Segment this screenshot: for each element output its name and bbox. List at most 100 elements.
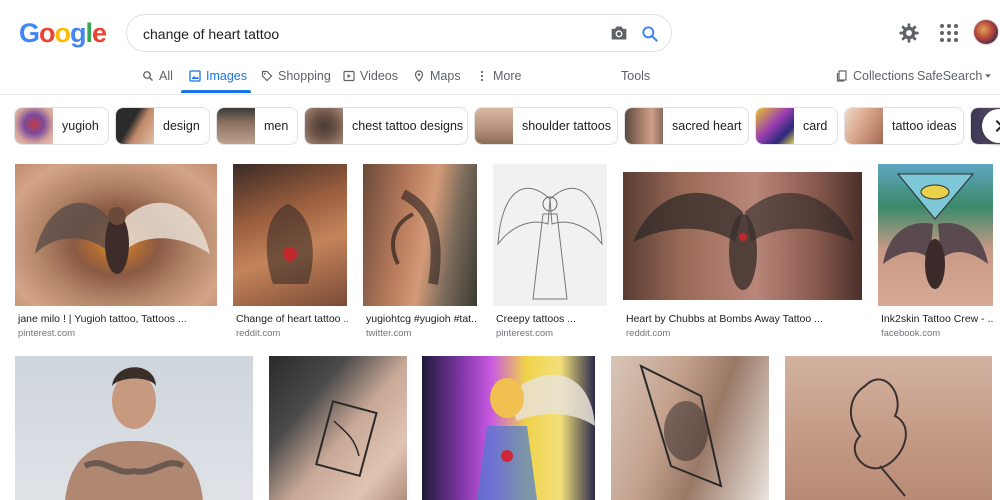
chip-label: chest tattoo designs: [352, 119, 464, 133]
tab-more[interactable]: More: [476, 69, 521, 83]
map-pin-icon: [414, 70, 424, 82]
more-vert-icon: [480, 70, 484, 82]
image-result[interactable]: [363, 164, 477, 306]
result-thumbnail: [391, 189, 441, 285]
tab-label: Tools: [621, 69, 651, 83]
tab-label: Maps: [430, 69, 461, 83]
chip-thumbnail: [217, 108, 255, 144]
image-result[interactable]: [233, 164, 347, 306]
tab-maps[interactable]: Maps: [413, 69, 461, 83]
search-icon[interactable]: [640, 24, 660, 44]
image-result[interactable]: [15, 356, 253, 500]
collections-icon: [836, 70, 847, 82]
result-source[interactable]: twitter.com: [366, 328, 411, 339]
chip-card[interactable]: card: [755, 107, 838, 145]
image-result[interactable]: [611, 356, 769, 500]
tag-icon: [261, 70, 273, 82]
result-title[interactable]: jane milo ! | Yugioh tattoo, Tattoos ...: [18, 313, 218, 325]
result-thumbnail: [266, 204, 313, 284]
chip-thumbnail: [15, 108, 53, 144]
result-thumbnail: [883, 173, 988, 289]
result-source[interactable]: pinterest.com: [18, 328, 75, 339]
result-thumbnail: [314, 400, 378, 478]
header-divider: [0, 94, 1000, 95]
result-thumbnail: [35, 202, 210, 274]
google-logo[interactable]: Google: [19, 18, 107, 49]
result-title[interactable]: Change of heart tattoo ...: [236, 313, 348, 325]
chip-label: shoulder tattoos: [522, 119, 611, 133]
image-result[interactable]: [422, 356, 595, 500]
chip-label: design: [163, 119, 200, 133]
search-query[interactable]: change of heart tattoo: [143, 26, 279, 42]
tab-label: More: [493, 69, 522, 83]
avatar[interactable]: [973, 19, 999, 45]
result-title[interactable]: Ink2skin Tattoo Crew - ...: [881, 313, 993, 325]
camera-icon[interactable]: [609, 24, 629, 42]
result-source[interactable]: reddit.com: [236, 328, 280, 339]
chip-label: men: [264, 119, 289, 133]
chevron-right-icon: [995, 119, 1000, 133]
result-title[interactable]: yugiohtcg #yugioh #tat...: [366, 313, 478, 325]
result-thumbnail: [65, 367, 203, 500]
tab-label: Videos: [360, 69, 398, 83]
chip-design[interactable]: design: [115, 107, 210, 145]
chip-thumbnail: [116, 108, 154, 144]
result-thumbnail: [639, 364, 723, 488]
image-result[interactable]: [15, 164, 217, 306]
logo-letter: o: [39, 18, 55, 48]
collections-link[interactable]: Collections: [836, 69, 914, 83]
tab-all[interactable]: All: [142, 69, 173, 83]
chip-shoulder-tattoos[interactable]: shoulder tattoos: [474, 107, 618, 145]
safesearch-label: SafeSearch: [917, 69, 983, 83]
safesearch-dropdown[interactable]: SafeSearch: [917, 69, 992, 83]
chip-chest-tattoo-designs[interactable]: chest tattoo designs: [304, 107, 468, 145]
active-tab-indicator: [181, 90, 251, 93]
image-result[interactable]: [785, 356, 992, 500]
image-result[interactable]: [269, 356, 407, 500]
result-title[interactable]: Heart by Chubbs at Bombs Away Tattoo ...: [626, 313, 862, 325]
result-thumbnail: [850, 378, 907, 497]
tab-videos[interactable]: Videos: [343, 69, 398, 83]
tab-tools[interactable]: Tools: [621, 69, 650, 83]
tab-label: Shopping: [278, 69, 331, 83]
image-icon: [189, 70, 201, 82]
search-icon: [143, 71, 153, 81]
logo-letter: G: [19, 18, 40, 48]
result-thumbnail: [633, 192, 855, 290]
search-input[interactable]: change of heart tattoo: [126, 14, 672, 52]
result-source[interactable]: pinterest.com: [496, 328, 553, 339]
logo-letter: e: [92, 18, 107, 48]
result-thumbnail: [497, 187, 603, 300]
chip-thumbnail: [305, 108, 343, 144]
chip-tattoo-ideas[interactable]: tattoo ideas: [844, 107, 964, 145]
chip-label: card: [803, 119, 828, 133]
chip-thumbnail: [625, 108, 663, 144]
tab-shopping[interactable]: Shopping: [261, 69, 331, 83]
logo-letter: o: [54, 18, 71, 48]
logo-letter: g: [70, 18, 86, 48]
chip-label: sacred heart: [672, 119, 742, 133]
chip-thumbnail: [845, 108, 883, 144]
result-title[interactable]: Creepy tattoos ...: [496, 313, 608, 325]
image-result[interactable]: [878, 164, 993, 306]
image-result[interactable]: [493, 164, 607, 306]
gear-icon[interactable]: [898, 22, 920, 44]
caret-down-icon: [985, 74, 992, 78]
image-result[interactable]: [623, 172, 862, 300]
chip-sacred-heart[interactable]: sacred heart: [624, 107, 749, 145]
chip-men[interactable]: men: [216, 107, 298, 145]
result-source[interactable]: facebook.com: [881, 328, 940, 339]
chip-label: yugioh: [62, 119, 99, 133]
tab-label: Images: [206, 69, 247, 83]
collections-label: Collections: [853, 69, 915, 83]
tab-images[interactable]: Images: [189, 69, 247, 83]
chip-yugioh[interactable]: yugioh: [14, 107, 109, 145]
chip-label: tattoo ideas: [892, 119, 957, 133]
result-source[interactable]: reddit.com: [626, 328, 670, 339]
result-thumbnail: [477, 374, 595, 500]
tab-label: All: [159, 69, 173, 83]
search-tabs: All Images Shopping Videos Maps More Too…: [0, 66, 1000, 94]
video-icon: [343, 70, 355, 82]
chip-thumbnail: [756, 108, 794, 144]
apps-grid-icon[interactable]: [939, 23, 959, 43]
